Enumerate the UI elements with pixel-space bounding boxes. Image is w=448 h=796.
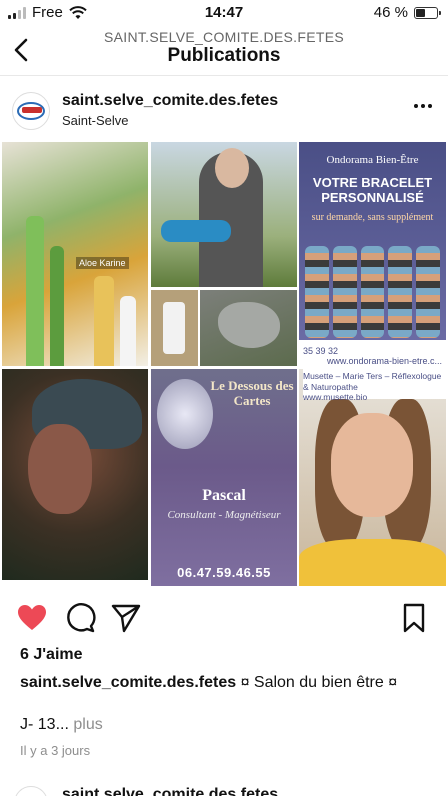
- musette-site: www.musette.bio: [303, 392, 368, 403]
- comment-icon[interactable]: [64, 602, 96, 634]
- cards-title: Le Dessous des Cartes: [210, 378, 294, 408]
- caption-more-text: J- 13...: [20, 716, 69, 733]
- musette-title: Musette – Marie Ters – Réflexologue & Na…: [303, 371, 442, 392]
- next-post-username[interactable]: saint.selve_comite.des.fetes: [62, 786, 278, 796]
- action-bar: [0, 598, 448, 638]
- ondorama-header: Ondorama Bien-Être: [326, 154, 419, 166]
- musette-caption: Musette – Marie Ters – Réflexologue & Na…: [303, 369, 446, 402]
- cards-tile: Le Dessous des Cartes Pascal Consultant …: [151, 369, 297, 586]
- ondorama-tile: Ondorama Bien-Être VOTRE BRACELET PERSON…: [299, 142, 446, 366]
- post-header: saint.selve_comite.des.fetes Saint-Selve: [0, 84, 448, 136]
- woman-horse-tile: [151, 142, 297, 287]
- pascal-role: Consultant - Magnétiseur: [167, 509, 281, 521]
- post-image[interactable]: Aloe Karine Ondorama Bien-Être VOTRE BRA…: [0, 142, 448, 588]
- bracelet-title: VOTRE BRACELET PERSONNALISÉ: [312, 175, 433, 205]
- ellipsis-icon[interactable]: [414, 104, 432, 108]
- avatar[interactable]: [12, 92, 50, 130]
- caption-username[interactable]: saint.selve_comite.des.fetes: [20, 674, 236, 691]
- donkey-tile: [200, 290, 297, 366]
- page-title: Publications: [167, 45, 281, 66]
- ondorama-phone: 35 39 32: [303, 346, 339, 356]
- musette-tile: Musette – Marie Ters – Réflexologue & Na…: [299, 369, 446, 586]
- caption-continued: J- 13... plus: [20, 716, 103, 734]
- status-bar: Free 14:47 46 %: [0, 0, 448, 28]
- aloe-products-tile: Aloe Karine: [2, 142, 148, 366]
- sculpture-tile: [2, 369, 148, 580]
- bracelets-image: [305, 246, 440, 338]
- post-timestamp: Il y a 3 jours: [20, 743, 91, 758]
- caption-text: ¤ Salon du bien être ¤: [240, 674, 398, 691]
- pascal-name: Pascal: [202, 487, 246, 504]
- likes-count[interactable]: 6 J'aime: [20, 646, 83, 664]
- battery-percent: 46 %: [373, 4, 408, 21]
- post-caption: saint.selve_comite.des.fetes ¤ Salon du …: [20, 674, 440, 692]
- battery-icon: [414, 6, 441, 19]
- logo-mark: [22, 107, 42, 113]
- post-username[interactable]: saint.selve_comite.des.fetes: [62, 92, 278, 110]
- next-post-header: saint.selve_comite.des.fetes: [0, 778, 448, 796]
- ondorama-contact: 35 39 32 www.ondorama-bien-etre.c...: [299, 340, 446, 366]
- header-subtitle: SAINT.SELVE_COMITE.DES.FETES: [104, 29, 344, 45]
- post-location[interactable]: Saint-Selve: [62, 113, 128, 128]
- crystal-ball: [157, 379, 213, 449]
- send-icon[interactable]: [110, 602, 142, 634]
- aloe-label: Aloe Karine: [76, 257, 129, 269]
- heart-icon[interactable]: [16, 602, 48, 634]
- more-link[interactable]: plus: [73, 716, 102, 733]
- bookmark-icon[interactable]: [398, 602, 430, 634]
- pascal-phone: 06.47.59.46.55: [177, 565, 271, 580]
- battery-group: 46 %: [373, 4, 441, 21]
- bracelet-sub: sur demande, sans supplément: [311, 212, 434, 223]
- ondorama-site: www.ondorama-bien-etre.c...: [326, 356, 442, 366]
- bottles-tile: [151, 290, 198, 366]
- avatar[interactable]: [14, 786, 48, 796]
- nav-header: SAINT.SELVE_COMITE.DES.FETES Publication…: [0, 28, 448, 76]
